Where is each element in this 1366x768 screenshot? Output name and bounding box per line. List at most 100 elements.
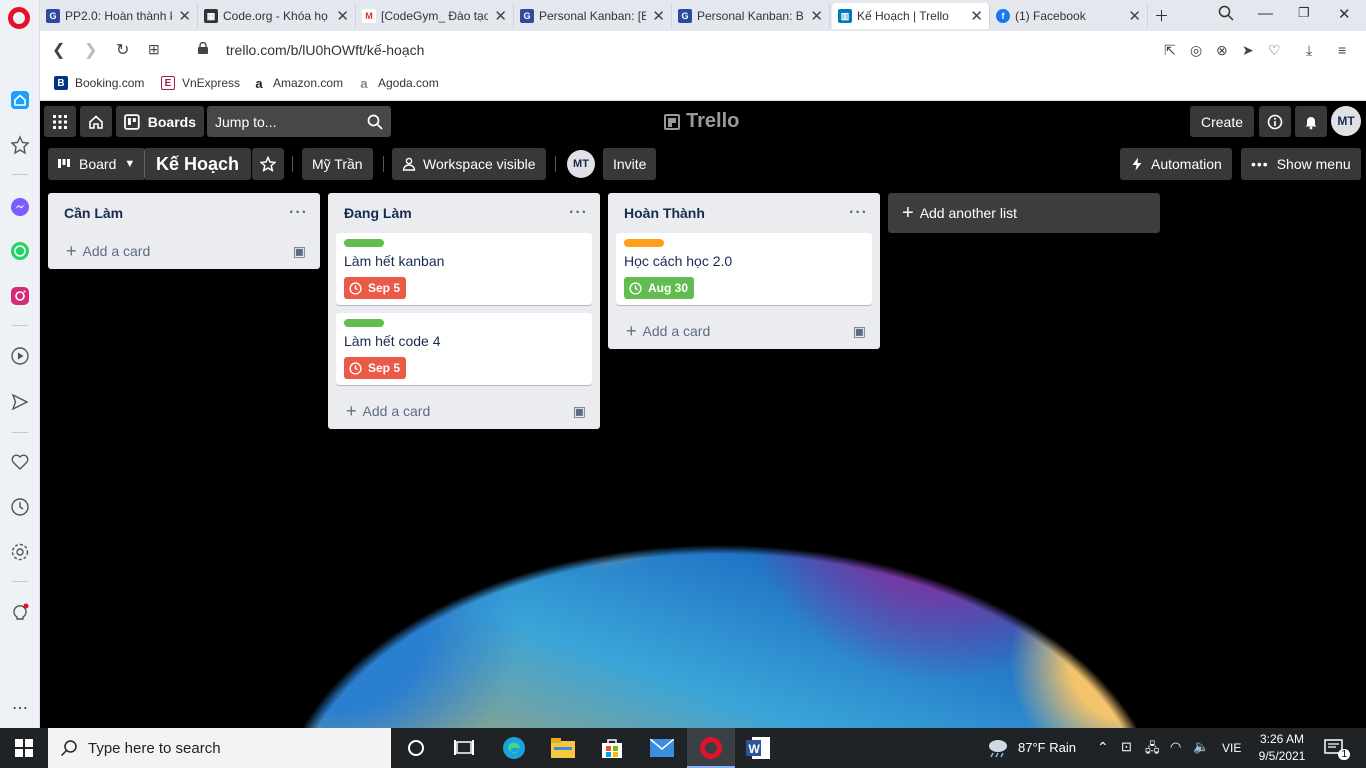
downloads-icon[interactable]: ⤓ [1306, 42, 1312, 59]
card[interactable]: Làm hết code 4 Sep 5 [336, 313, 592, 385]
close-tab-icon[interactable]: ✕ [494, 7, 507, 25]
tray-app-icon[interactable]: ⊡ [1121, 739, 1132, 755]
card-template-icon[interactable]: ▣ [573, 403, 586, 420]
weather-icon[interactable] [986, 736, 1010, 760]
jump-to-search[interactable]: Jump to... [207, 106, 391, 137]
star-board-icon[interactable] [252, 148, 284, 180]
language-indicator[interactable]: VIE [1222, 741, 1241, 755]
url-field[interactable]: trello.com/b/lU0hOWft/kế-hoạch [226, 42, 424, 58]
more-icon[interactable]: ⋯ [9, 697, 31, 719]
instagram-icon[interactable] [9, 285, 31, 307]
close-tab-icon[interactable]: ✕ [652, 7, 665, 25]
card[interactable]: Làm hết kanban Sep 5 [336, 233, 592, 305]
windows-start-icon[interactable] [12, 736, 36, 760]
due-date-badge[interactable]: Sep 5 [344, 357, 407, 379]
adblock-icon[interactable]: ⊗ [1216, 42, 1228, 59]
minimize-window-icon[interactable]: — [1258, 5, 1273, 22]
browser-tab[interactable]: M [CodeGym_ Đào tạo ✕ [356, 3, 514, 29]
weather-text[interactable]: 87°F Rain [1018, 740, 1076, 755]
browser-tab[interactable]: G Personal Kanban: Bả ✕ [672, 3, 830, 29]
bookmarks-icon[interactable] [9, 134, 31, 156]
new-tab-icon[interactable]: ＋ [1154, 5, 1169, 26]
list-actions-icon[interactable]: ··· [569, 204, 588, 222]
close-tab-icon[interactable]: ✕ [178, 7, 191, 25]
cortana-icon[interactable] [404, 736, 428, 760]
add-card-button[interactable]: + Add a card ▣ [48, 233, 320, 269]
wifi-icon[interactable]: ◠ [1170, 739, 1181, 755]
card[interactable]: Học cách học 2.0 Aug 30 [616, 233, 872, 305]
mail-icon[interactable] [650, 736, 674, 760]
bookmark-vnexpress[interactable]: E VnExpress [161, 76, 240, 90]
card-template-icon[interactable]: ▣ [853, 323, 866, 340]
clock-time[interactable]: 3:26 AM [1258, 732, 1306, 746]
settings-icon[interactable] [9, 541, 31, 563]
browser-tab[interactable]: G PP2.0: Hoàn thành k ✕ [40, 3, 198, 29]
invite-button[interactable]: Invite [603, 148, 657, 180]
close-tab-icon[interactable]: ✕ [336, 7, 349, 25]
close-tab-icon[interactable]: ✕ [810, 7, 823, 25]
list-title[interactable]: Cần Làm [64, 205, 123, 221]
clock-date[interactable]: 9/5/2021 [1256, 749, 1308, 763]
reload-icon[interactable]: ↻ [116, 40, 129, 60]
share-icon[interactable]: ⇱ [1164, 42, 1176, 59]
browser-tab[interactable]: f (1) Facebook ✕ [990, 3, 1148, 29]
restore-window-icon[interactable]: ❐ [1298, 5, 1310, 21]
member-avatar[interactable]: MT [1331, 106, 1361, 136]
word-icon[interactable]: W [746, 736, 770, 760]
store-icon[interactable] [600, 736, 624, 760]
trello-logo[interactable]: Trello [664, 110, 739, 133]
app-switcher-icon[interactable] [44, 106, 76, 137]
whatsapp-icon[interactable] [9, 240, 31, 262]
show-menu-button[interactable]: ••• Show menu [1241, 148, 1361, 180]
due-date-badge[interactable]: Sep 5 [344, 277, 407, 299]
create-button[interactable]: Create [1190, 106, 1254, 137]
browser-tab-active[interactable]: ▥ Kế Hoạch | Trello ✕ [832, 3, 990, 29]
list-actions-icon[interactable]: ··· [849, 204, 868, 222]
due-date-badge[interactable]: Aug 30 [624, 277, 695, 299]
opera-taskbar-button[interactable] [687, 728, 735, 768]
workspace-name-button[interactable]: Mỹ Trần [302, 148, 373, 180]
favorite-heart-icon[interactable]: ♡ [1268, 42, 1281, 59]
home-icon[interactable] [9, 89, 31, 111]
notifications-bell-icon[interactable] [1295, 106, 1327, 137]
board-view-switcher[interactable]: Board ▼ [48, 148, 146, 180]
card-template-icon[interactable]: ▣ [293, 243, 306, 260]
easy-setup-icon[interactable]: ≡ [1338, 42, 1346, 58]
add-list-button[interactable]: + Add another list [888, 193, 1160, 233]
list-title[interactable]: Hoàn Thành [624, 205, 705, 221]
automation-button[interactable]: Automation [1120, 148, 1232, 180]
edge-icon[interactable] [502, 736, 526, 760]
browser-tab[interactable]: ▦ Code.org - Khóa họ ✕ [198, 3, 356, 29]
add-card-button[interactable]: + Add a card ▣ [328, 393, 600, 429]
board-member-avatar[interactable]: MT [567, 150, 595, 178]
bookmark-amazon[interactable]: a Amazon.com [252, 76, 343, 91]
search-tabs-icon[interactable] [1218, 5, 1234, 25]
player-icon[interactable] [9, 345, 31, 367]
boards-button[interactable]: Boards [116, 106, 204, 137]
task-view-icon[interactable] [452, 736, 476, 760]
history-icon[interactable] [9, 496, 31, 518]
taskbar-search[interactable]: Type here to search [48, 728, 391, 768]
opera-logo-icon[interactable] [8, 7, 30, 29]
heart-icon[interactable] [9, 451, 31, 473]
send-icon[interactable] [9, 391, 31, 413]
notification-center-icon[interactable]: 1 [1322, 736, 1350, 760]
volume-icon[interactable]: 🔈 [1193, 739, 1209, 755]
file-explorer-icon[interactable] [551, 736, 575, 760]
list-actions-icon[interactable]: ··· [289, 204, 308, 222]
tray-chevron-up-icon[interactable]: ⌃ [1097, 739, 1109, 756]
info-icon[interactable] [1259, 106, 1291, 137]
browser-tab[interactable]: G Personal Kanban: [B ✕ [514, 3, 672, 29]
close-tab-icon[interactable]: ✕ [970, 7, 983, 25]
bookmark-agoda[interactable]: a Agoda.com [357, 76, 439, 91]
forward-icon[interactable]: ❯ [84, 40, 97, 60]
bookmark-booking[interactable]: B Booking.com [54, 76, 144, 90]
add-card-button[interactable]: + Add a card ▣ [608, 313, 880, 349]
send-to-icon[interactable]: ➤ [1242, 42, 1254, 59]
board-title[interactable]: Kế Hoạch [144, 148, 252, 180]
messenger-icon[interactable] [9, 196, 31, 218]
visibility-button[interactable]: Workspace visible [392, 148, 546, 180]
close-window-icon[interactable]: ✕ [1338, 5, 1351, 23]
snapshot-icon[interactable]: ◎ [1190, 42, 1202, 59]
list-title[interactable]: Đang Làm [344, 205, 412, 221]
